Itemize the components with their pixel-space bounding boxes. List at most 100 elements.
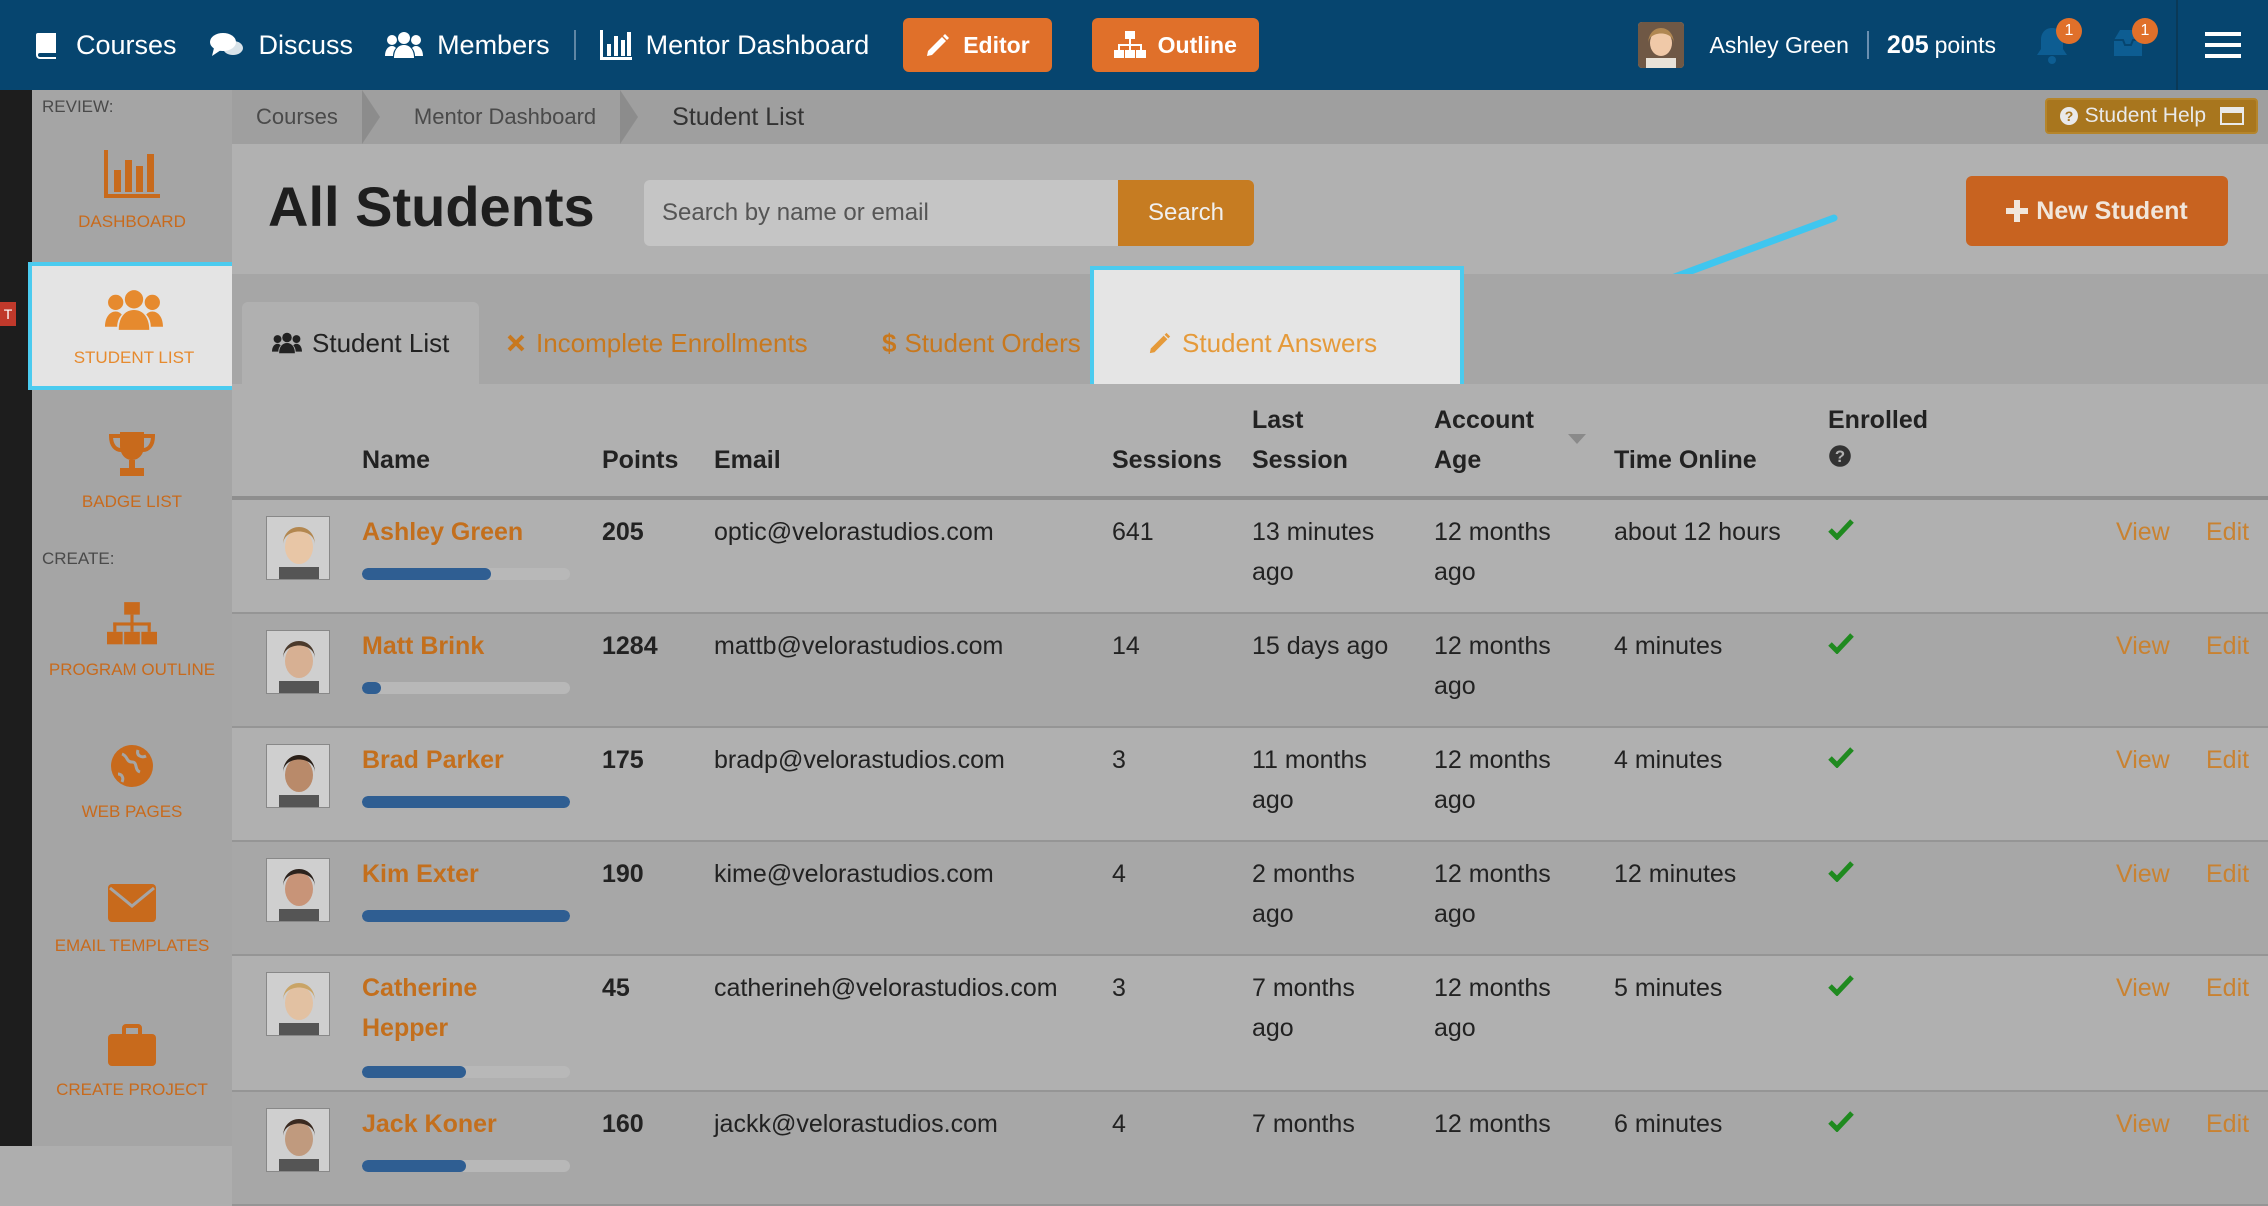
email-cell: catherineh@velorastudios.com <box>714 974 1058 1002</box>
avatar[interactable] <box>1637 22 1684 68</box>
view-link[interactable]: View <box>2116 854 2170 894</box>
breadcrumb-courses[interactable]: Courses <box>232 90 362 144</box>
time-online-cell: 5 minutes <box>1614 974 1723 1002</box>
edit-link[interactable]: Edit <box>2206 968 2249 1008</box>
sidebar-item-email-templates[interactable]: EMAIL TEMPLATES <box>32 884 232 956</box>
last-session-cell: 13 minutes ago <box>1252 512 1374 592</box>
edit-link[interactable]: Edit <box>2206 512 2249 552</box>
time-online-cell: 4 minutes <box>1614 632 1723 660</box>
header-line: Last <box>1252 406 1304 434</box>
student-name-link[interactable]: Brad Parker <box>362 740 562 780</box>
student-photo[interactable] <box>266 744 330 808</box>
outline-button[interactable]: Outline <box>1091 18 1259 72</box>
sidebar-item-web-pages[interactable]: WEB PAGES <box>32 744 232 822</box>
edit-link[interactable]: Edit <box>2206 626 2249 666</box>
sidebar-item-badge-list[interactable]: BADGE LIST <box>32 430 232 512</box>
tab-student-list[interactable]: Student List <box>242 302 480 384</box>
tab-label: Student Orders <box>904 327 1081 358</box>
student-progress-bar <box>362 1160 570 1172</box>
cell-line: 12 months <box>1434 632 1551 660</box>
sidebar-item-create-project[interactable]: CREATE PROJECT <box>32 1024 232 1100</box>
student-progress-bar <box>362 568 570 580</box>
tabs-bar: Student List Incomplete Enrollments $ St… <box>232 266 2268 410</box>
edit-link[interactable]: Edit <box>2206 854 2249 894</box>
nav-divider <box>573 30 576 60</box>
tab-label: Incomplete Enrollments <box>536 327 808 358</box>
nav-discuss-label: Discuss <box>258 29 354 60</box>
editor-button[interactable]: Editor <box>903 18 1052 72</box>
notifications-button[interactable]: 1 <box>2032 18 2082 68</box>
column-header-last-session[interactable]: Last Session <box>1252 400 1348 480</box>
search-input[interactable] <box>644 180 1118 246</box>
student-name-link[interactable]: Kim Exter <box>362 854 562 894</box>
last-session-cell: 7 months <box>1252 1104 1355 1144</box>
breadcrumb-label: Mentor Dashboard <box>413 104 597 129</box>
cell-line: 7 months <box>1252 974 1355 1002</box>
nav-discuss[interactable]: Discuss <box>209 29 354 61</box>
view-link[interactable]: View <box>2116 968 2170 1008</box>
nav-mentor-dashboard[interactable]: Mentor Dashboard <box>599 30 869 61</box>
sidebar-item-program-outline[interactable]: PROGRAM OUTLINE <box>32 602 232 680</box>
email-cell: optic@velorastudios.com <box>714 518 994 546</box>
column-header-time-online[interactable]: Time Online <box>1614 440 1757 480</box>
cell-line: ago <box>1252 786 1294 814</box>
breadcrumb-mentor-dashboard[interactable]: Mentor Dashboard <box>380 90 620 144</box>
column-header-account-age[interactable]: Account Age <box>1434 400 1534 480</box>
column-header-name[interactable]: Name <box>362 440 430 480</box>
points-value: 205 <box>1886 30 1929 59</box>
view-link[interactable]: View <box>2116 1104 2170 1144</box>
email-cell: jackk@velorastudios.com <box>714 1110 998 1138</box>
bar-chart-icon <box>104 150 160 198</box>
tab-label: Student List <box>312 327 450 358</box>
tab-student-orders[interactable]: $ Student Orders <box>882 302 1081 384</box>
progress-fill <box>362 682 381 694</box>
header-line: Age <box>1434 446 1482 474</box>
edit-link[interactable]: Edit <box>2206 1104 2249 1144</box>
student-name-link[interactable]: Ashley Green <box>362 512 562 552</box>
column-header-enrolled[interactable]: Enrolled ? <box>1828 400 1928 480</box>
sidebar-item-student-list[interactable]: STUDENT LIST <box>28 262 240 390</box>
student-photo[interactable] <box>266 858 330 922</box>
tab-incomplete-enrollments[interactable]: Incomplete Enrollments <box>506 302 808 384</box>
top-navbar: Courses Discuss Members Mentor Dashboard… <box>0 0 2268 90</box>
cell-line: ago <box>1434 672 1476 700</box>
sidebar-item-dashboard[interactable]: DASHBOARD <box>32 150 232 232</box>
nav-members[interactable]: Members <box>385 30 550 61</box>
cell-line: 13 minutes <box>1252 518 1375 546</box>
search-button[interactable]: Search <box>1118 180 1254 246</box>
times-icon <box>507 334 525 352</box>
breadcrumb-label: Courses <box>256 104 338 129</box>
pencil-icon <box>927 34 950 56</box>
email-cell: kime@velorastudios.com <box>714 860 994 888</box>
feedback-tab[interactable]: T <box>0 302 16 326</box>
view-link[interactable]: View <box>2116 626 2170 666</box>
trophy-icon <box>108 432 156 476</box>
column-header-points[interactable]: Points <box>602 440 678 480</box>
student-photo[interactable] <box>266 1108 330 1172</box>
student-name-link[interactable]: Matt Brink <box>362 626 562 666</box>
column-header-sessions[interactable]: Sessions <box>1112 440 1222 480</box>
new-student-button[interactable]: New Student <box>1966 176 2228 246</box>
menu-button[interactable] <box>2176 0 2268 90</box>
user-name[interactable]: Ashley Green <box>1710 32 1849 59</box>
student-name-link[interactable]: Catherine Hepper <box>362 968 562 1048</box>
time-online-cell: 12 minutes <box>1614 860 1737 888</box>
inbox-button[interactable]: 1 <box>2108 18 2158 68</box>
tab-student-answers[interactable]: Student Answers <box>1148 302 1377 384</box>
student-help-button[interactable]: ? Student Help <box>2044 98 2258 134</box>
student-photo[interactable] <box>266 516 330 580</box>
cell-line: 12 months <box>1434 860 1551 888</box>
column-header-email[interactable]: Email <box>714 440 781 480</box>
user-divider <box>1866 31 1869 59</box>
student-photo[interactable] <box>266 972 330 1036</box>
nav-courses[interactable]: Courses <box>32 30 177 61</box>
cell-line: 7 months <box>1252 1110 1355 1138</box>
student-photo[interactable] <box>266 630 330 694</box>
edit-link[interactable]: Edit <box>2206 740 2249 780</box>
view-link[interactable]: View <box>2116 512 2170 552</box>
progress-fill <box>362 796 570 808</box>
view-link[interactable]: View <box>2116 740 2170 780</box>
student-name-link[interactable]: Jack Koner <box>362 1104 562 1144</box>
editor-label: Editor <box>963 31 1030 58</box>
enrolled-check-icon <box>1828 632 1854 659</box>
